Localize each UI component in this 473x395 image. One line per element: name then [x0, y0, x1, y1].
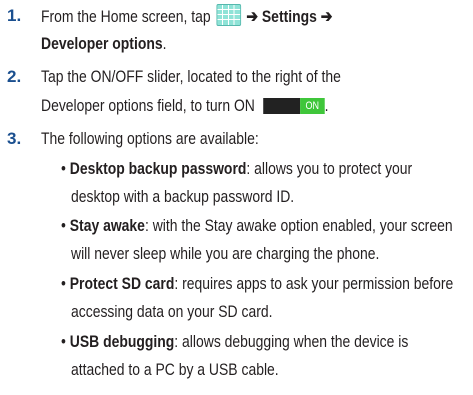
- list-item: • Stay awake: with the Stay awake option…: [61, 214, 453, 238]
- list-item-continuation: attached to a PC by a USB cable.: [71, 360, 279, 379]
- step-number: 3.: [7, 129, 22, 148]
- arrow-icon: ➔: [320, 7, 333, 26]
- step-1-line-1: From the Home screen, tap ➔ Settings ➔: [41, 4, 332, 29]
- step-number: 2.: [7, 67, 22, 86]
- option-name: Protect SD card: [69, 274, 175, 293]
- period: .: [324, 96, 329, 115]
- option-description: : allows debugging when the device is: [174, 332, 409, 351]
- list-item-continuation: desktop with a backup password ID.: [71, 187, 295, 206]
- bullet: •: [61, 274, 66, 293]
- step-number: 1.: [7, 6, 22, 25]
- bullet: •: [61, 216, 66, 235]
- list-item: • USB debugging: allows debugging when t…: [61, 330, 408, 354]
- arrow-icon: ➔: [246, 7, 259, 26]
- step-text: Developer options field, to turn ON: [41, 96, 255, 115]
- list-item-continuation: accessing data on your SD card.: [71, 302, 273, 321]
- step-text: From the Home screen, tap: [41, 7, 211, 26]
- settings-label: Settings: [261, 7, 317, 26]
- list-item: • Protect SD card: requires apps to ask …: [61, 272, 453, 296]
- period: .: [162, 34, 167, 53]
- list-item: • Desktop backup password: allows you to…: [61, 157, 412, 181]
- option-description: : with the Stay awake option enabled, yo…: [144, 216, 453, 235]
- option-name: USB debugging: [69, 332, 175, 351]
- toggle-on-label: ON: [299, 98, 325, 114]
- step-2-line-2: Developer options field, to turn ON ON.: [41, 94, 328, 118]
- apps-grid-icon: [216, 4, 241, 26]
- list-item-continuation: will never sleep while you are charging …: [71, 244, 380, 263]
- bullet: •: [61, 332, 66, 351]
- step-1-line-2: Developer options.: [41, 32, 166, 56]
- instructions-document: 1. From the Home screen, tap ➔ Settings …: [0, 0, 473, 395]
- developer-options-label: Developer options: [41, 34, 163, 53]
- option-name: Stay awake: [69, 216, 145, 235]
- step-3-line-1: The following options are available:: [41, 129, 259, 148]
- on-off-toggle-icon: ON: [263, 98, 325, 114]
- step-2-line-1: Tap the ON/OFF slider, located to the ri…: [41, 67, 341, 86]
- option-description: : requires apps to ask your permission b…: [174, 274, 454, 293]
- option-description: : allows you to protect your: [246, 159, 413, 178]
- option-name: Desktop backup password: [69, 159, 247, 178]
- toggle-off-segment: [263, 98, 300, 114]
- bullet: •: [61, 159, 66, 178]
